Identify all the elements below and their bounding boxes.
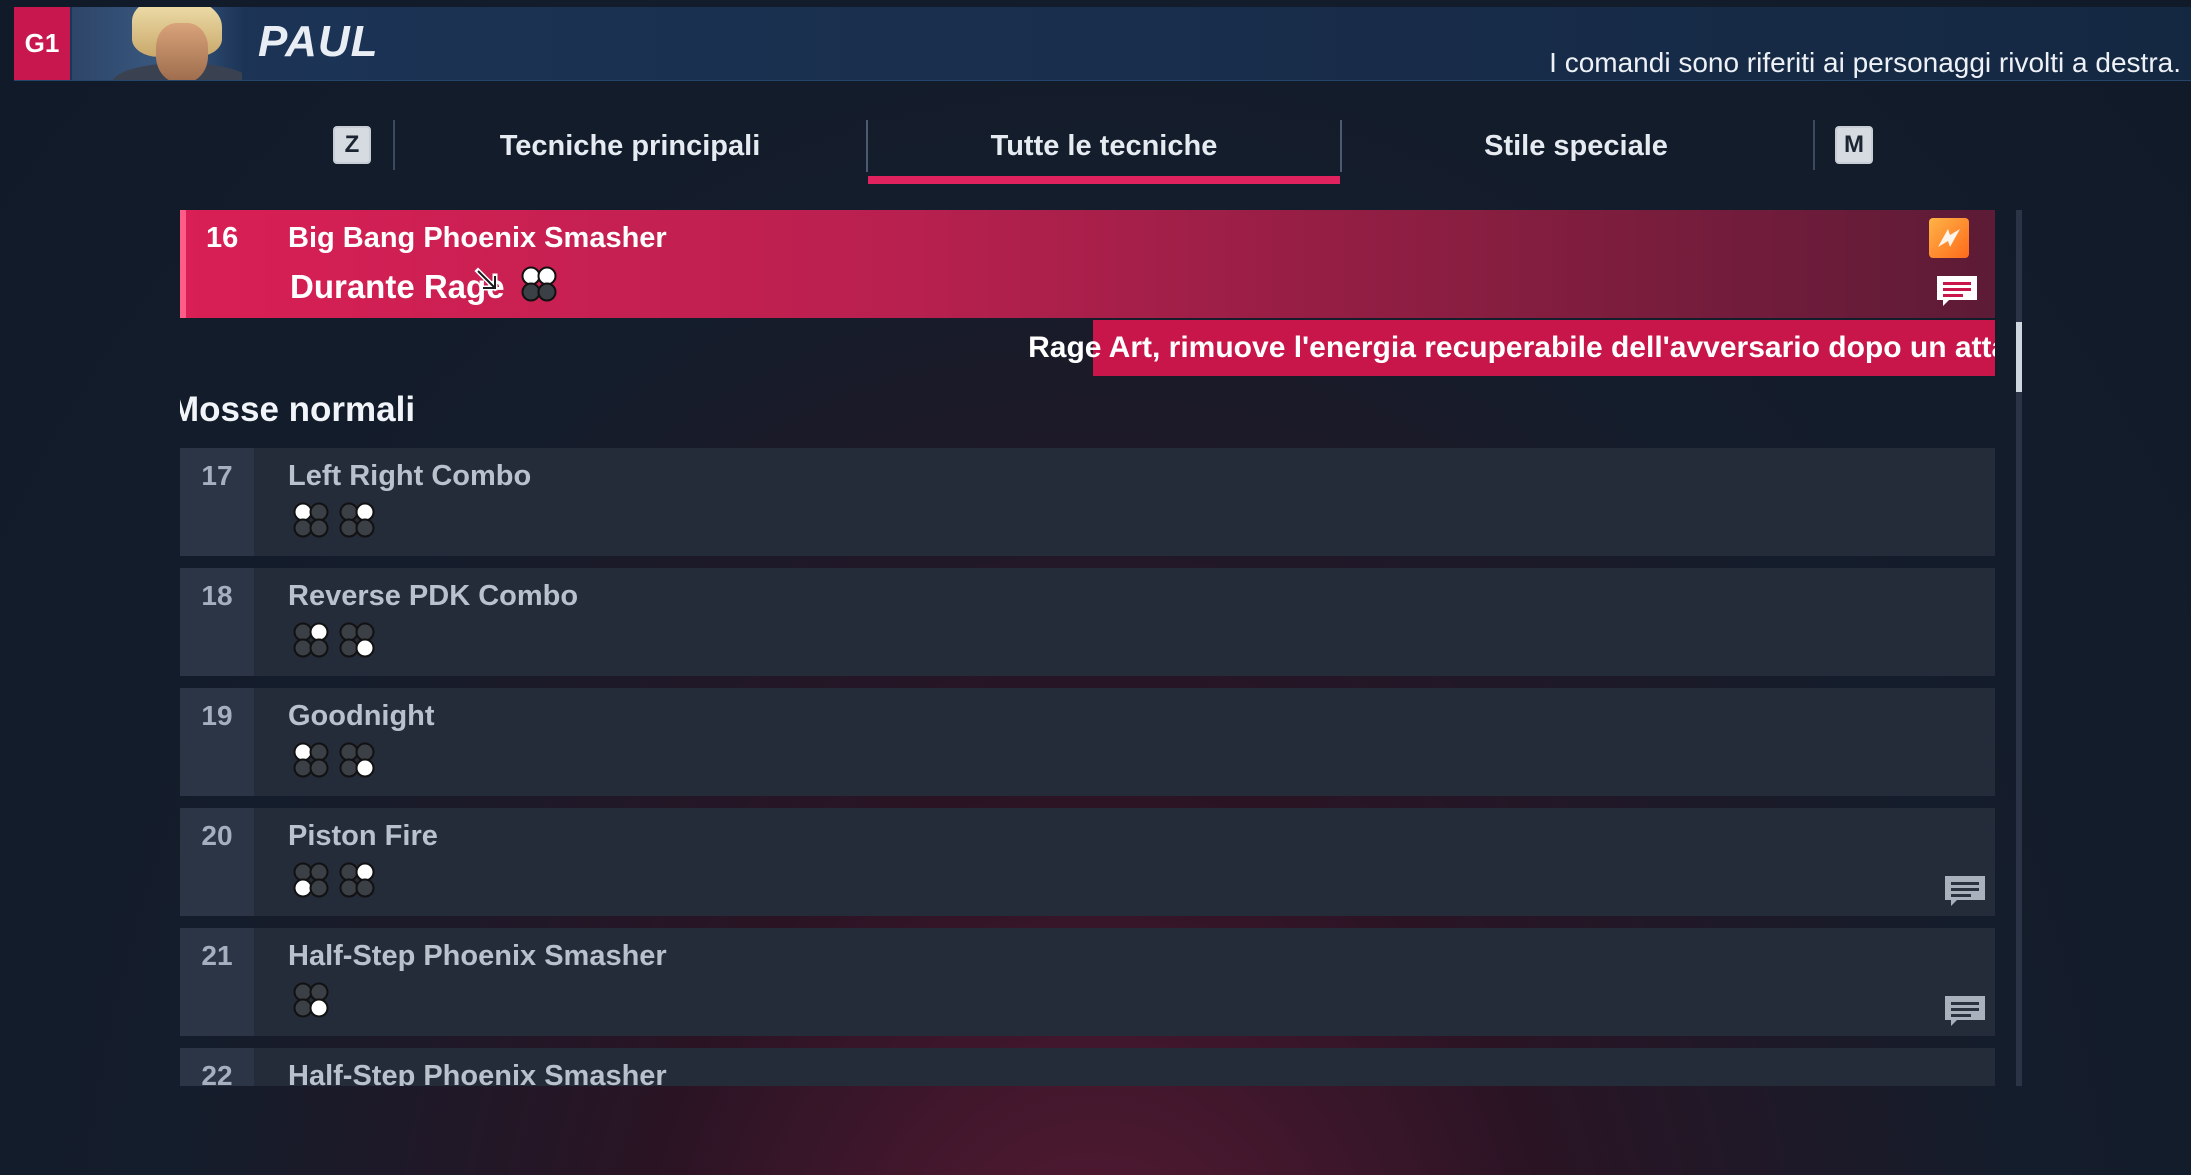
move-name: Piston Fire [288,820,438,852]
button-2-icon [293,622,329,658]
button-input [288,738,380,784]
button-input-1-2 [516,262,562,308]
header-bar: G1 PAUL I comandi sono riferiti ai perso… [14,7,2191,81]
move-row[interactable]: 17 Left Right Combo [180,448,1995,556]
tab-divider [1813,120,1815,170]
move-number: 16 [206,222,239,254]
move-row[interactable]: 20 Piston Fire [180,808,1995,916]
orientation-hint: I comandi sono riferiti ai personaggi ri… [1549,47,2181,78]
move-name: Big Bang Phoenix Smasher [288,222,667,254]
button-input [288,498,380,544]
comment-icon[interactable] [1943,874,1987,908]
move-number: 18 [201,580,233,611]
button-input [288,858,380,904]
move-name: Goodnight [288,700,435,732]
button-2-icon [339,502,375,538]
move-description-tooltip: Rage Art, rimuove l'energia recuperabile… [1028,320,1995,376]
move-number: 22 [201,1060,233,1086]
button-4-icon [293,982,329,1018]
tab-tutte-le-tecniche[interactable]: Tutte le tecniche [866,120,1342,184]
character-name: PAUL [258,17,379,66]
prev-tab-key[interactable]: Z [333,126,371,164]
move-row[interactable]: 22 Half-Step Phoenix Smasher [180,1048,1995,1086]
move-list: 16 Big Bang Phoenix Smasher Durante Rage [180,208,1995,1086]
comment-icon[interactable] [1935,274,1979,308]
button-3-icon [293,862,329,898]
button-2-icon [339,862,375,898]
player-tag: G1 [14,7,70,80]
move-name: Half-Step Phoenix Smasher [288,940,667,972]
arrow-down-forward-icon [474,267,499,292]
section-header: Mosse normali [180,382,415,438]
tab-stile-speciale[interactable]: Stile speciale [1340,120,1812,172]
move-number: 20 [201,820,233,851]
move-row[interactable]: 18 Reverse PDK Combo [180,568,1995,676]
button-4-icon [339,742,375,778]
button-1-icon [293,502,329,538]
move-row[interactable]: 21 Half-Step Phoenix Smasher [180,928,1995,1036]
selected-move-row[interactable]: 16 Big Bang Phoenix Smasher Durante Rage [180,210,1995,318]
move-name: Half-Step Phoenix Smasher [288,1060,667,1086]
scrollbar-thumb[interactable] [2016,322,2022,392]
comment-icon[interactable] [1943,994,1987,1028]
move-number: 19 [201,700,233,731]
button-1-icon [293,742,329,778]
move-name: Reverse PDK Combo [288,580,579,612]
move-number: 21 [201,940,233,971]
move-row[interactable]: 19 Goodnight [180,688,1995,796]
button-input [288,618,380,664]
move-number: 17 [201,460,233,491]
next-tab-key[interactable]: M [1835,126,1873,164]
tab-bar: Z Tecniche principali Tutte le tecniche … [0,112,2191,184]
scrollbar[interactable] [2016,210,2022,1086]
buttons-icon [521,266,557,302]
button-4-icon [339,622,375,658]
rage-art-icon [1929,218,1969,258]
character-portrait [72,7,242,80]
tab-tecniche-principali[interactable]: Tecniche principali [394,120,866,172]
button-input [288,978,334,1024]
move-name: Left Right Combo [288,460,532,492]
